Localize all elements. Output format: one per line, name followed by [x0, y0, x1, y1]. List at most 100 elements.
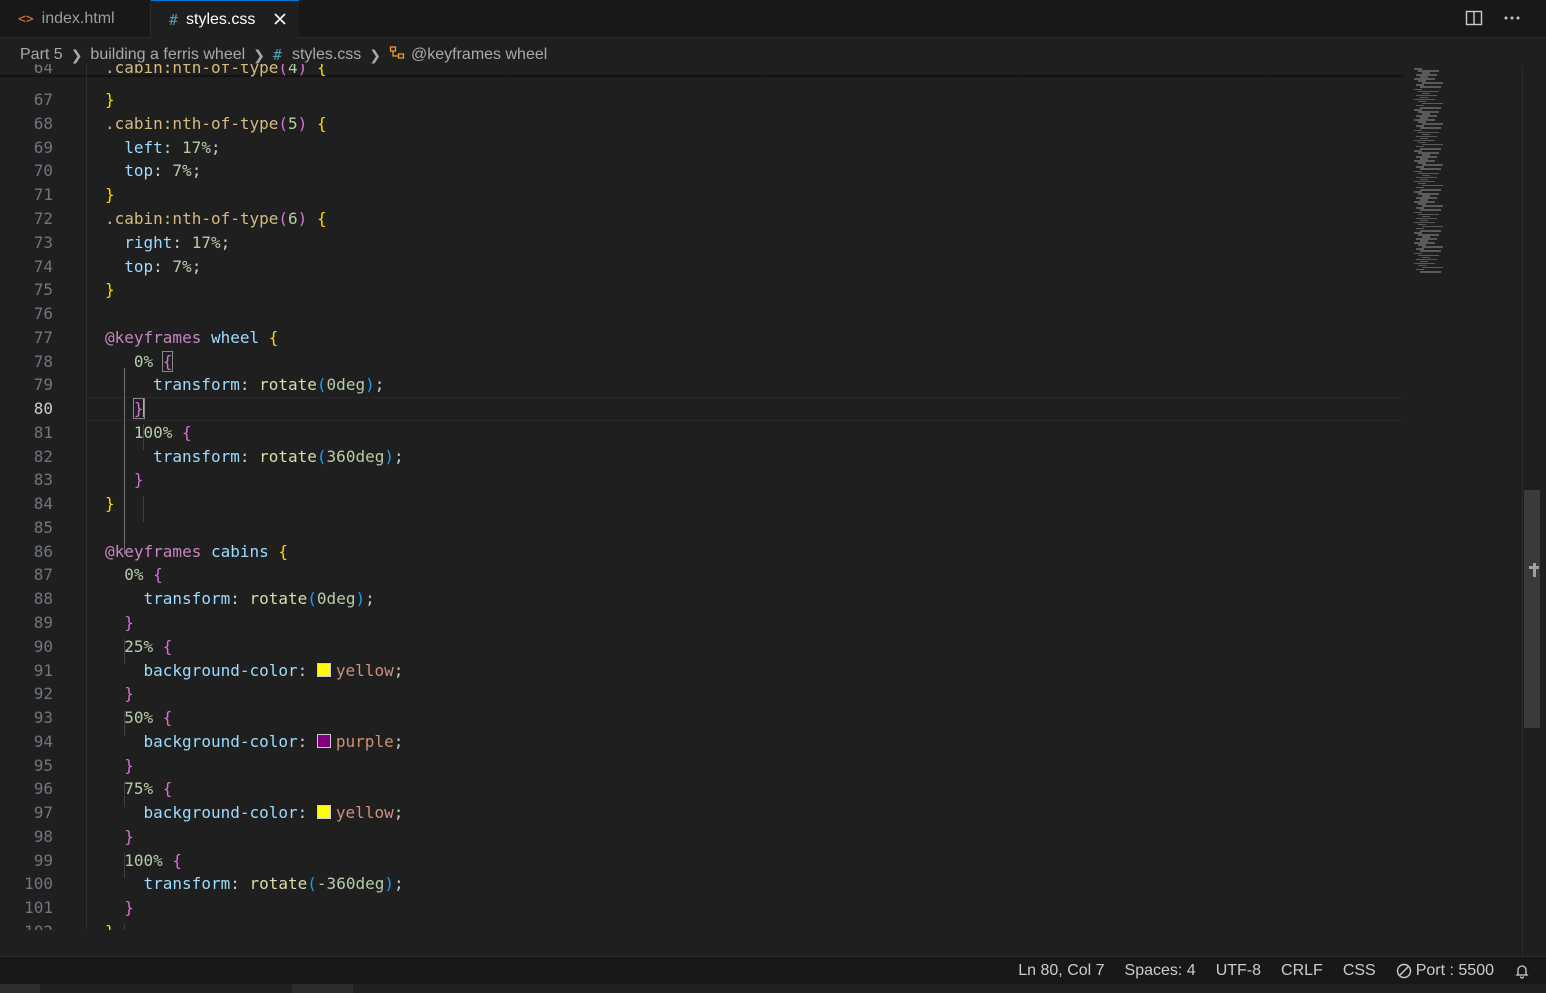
code-text: }: [124, 613, 134, 632]
code-line[interactable]: 92}: [0, 682, 1403, 706]
minimap-line: [1420, 147, 1441, 150]
chevron-right-icon: ❯: [253, 46, 265, 63]
code-line[interactable]: 77 @keyframes wheel {: [0, 326, 1403, 350]
taskbar-app[interactable]: [292, 984, 353, 993]
breadcrumb-item-symbol[interactable]: @keyframes wheel: [411, 46, 547, 64]
minimap[interactable]: [1410, 66, 1522, 276]
line-number: 93: [33, 708, 53, 727]
minimap-line: [1420, 127, 1441, 130]
code-line[interactable]: 76: [0, 302, 1403, 326]
code-line[interactable]: 94 background-color: purple;: [0, 730, 1403, 754]
cursor-position-marker-icon: [1529, 563, 1539, 577]
code-text: }: [124, 826, 134, 846]
close-icon[interactable]: [271, 10, 289, 28]
status-live-server[interactable]: Port : 5500: [1396, 962, 1494, 980]
line-number: 99: [33, 850, 53, 870]
code-line[interactable]: 101}: [0, 896, 1403, 920]
status-language[interactable]: CSS: [1343, 962, 1376, 980]
tab-index-html[interactable]: <> index.html: [0, 0, 151, 38]
line-number: 97: [33, 803, 53, 823]
status-port-label: Port : 5500: [1415, 961, 1494, 979]
code-line[interactable]: 67}: [0, 88, 1403, 112]
code-line[interactable]: 98}: [0, 825, 1403, 849]
status-encoding[interactable]: UTF-8: [1216, 962, 1261, 980]
line-number: 89: [33, 613, 53, 632]
line-number: 73: [33, 232, 53, 252]
code-text: }: [124, 755, 134, 775]
line-number: 72: [33, 208, 53, 228]
line-number: 101: [24, 898, 53, 918]
code-line[interactable]: 83}: [0, 468, 1403, 492]
bell-icon[interactable]: [1514, 963, 1530, 979]
code-line[interactable]: 75}: [0, 278, 1403, 302]
code-line[interactable]: 99 100% {: [0, 849, 1403, 873]
code-line[interactable]: 93 50% {: [0, 706, 1403, 730]
split-editor-icon[interactable]: [1464, 8, 1484, 28]
code-line[interactable]: 73 right: 17%;: [0, 231, 1403, 255]
code-line[interactable]: 102}: [0, 920, 1403, 930]
minimap-line: [1422, 246, 1443, 248]
indent-guide: [124, 368, 125, 554]
code-line[interactable]: 69 left: 17%;: [0, 136, 1403, 160]
code-line[interactable]: 88 transform: rotate(0deg);: [0, 587, 1403, 611]
breadcrumb-item-file[interactable]: styles.css: [292, 46, 361, 64]
tab-label: styles.css: [186, 11, 256, 28]
minimap-line: [1420, 209, 1441, 212]
code-line[interactable]: 81 100% {: [0, 421, 1403, 445]
code-line[interactable]: 91 background-color: yellow;: [0, 659, 1403, 683]
code-line[interactable]: 90 25% {: [0, 635, 1403, 659]
code-text: }: [124, 684, 134, 704]
status-cursor-position[interactable]: Ln 80, Col 7: [1018, 962, 1104, 980]
code-text: 25% {: [124, 636, 173, 656]
code-line[interactable]: 71}: [0, 183, 1403, 207]
line-number: 91: [33, 660, 53, 680]
taskbar-start[interactable]: [0, 984, 40, 993]
code-line[interactable]: 74 top: 7%;: [0, 255, 1403, 279]
code-editor[interactable]: 64 .cabin:nth-of-type(4) {67} 68 .cabin:nth…: [0, 64, 1403, 930]
line-number: 98: [33, 826, 53, 846]
code-line[interactable]: 64 .cabin:nth-of-type(4) {: [0, 64, 1403, 79]
code-line[interactable]: 95}: [0, 754, 1403, 778]
line-number: 67: [33, 90, 53, 109]
code-line[interactable]: 89}: [0, 611, 1403, 635]
code-line[interactable]: 82 transform: rotate(360deg);: [0, 445, 1403, 469]
code-line[interactable]: 68 .cabin:nth-of-type(5) {: [0, 112, 1403, 136]
code-line[interactable]: 78 0% {: [0, 350, 1403, 374]
breadcrumb-item-folder[interactable]: building a ferris wheel: [90, 46, 245, 64]
code-text: }: [124, 898, 134, 918]
code-line[interactable]: 100 transform: rotate(-360deg);: [0, 872, 1403, 896]
line-number: 92: [33, 684, 53, 704]
line-number: 90: [33, 636, 53, 656]
color-swatch[interactable]: [316, 733, 331, 748]
code-text: left: 17%;: [124, 137, 221, 157]
code-text: 100% {: [124, 850, 183, 870]
code-line[interactable]: 86 @keyframes cabins {: [0, 540, 1403, 564]
breadcrumb-item-folder-part5[interactable]: Part 5: [20, 46, 63, 64]
minimap-line: [1420, 86, 1441, 89]
line-number: 68: [33, 113, 53, 133]
os-taskbar: [0, 984, 1546, 993]
code-line[interactable]: 87 0% {: [0, 563, 1403, 587]
color-swatch[interactable]: [316, 805, 331, 820]
line-number: 88: [33, 589, 53, 609]
minimap-line: [1422, 225, 1443, 228]
scrollbar-thumb[interactable]: [1524, 490, 1540, 728]
tab-bar: <> index.html # styles.css: [0, 0, 1546, 39]
tab-styles-css[interactable]: # styles.css: [151, 0, 299, 39]
code-line[interactable]: 85: [0, 516, 1403, 540]
minimap-line: [1422, 123, 1443, 125]
code-text: background-color: yellow;: [143, 803, 404, 823]
code-line[interactable]: 72 .cabin:nth-of-type(6) {: [0, 207, 1403, 231]
code-line[interactable]: 97 background-color: yellow;: [0, 801, 1403, 825]
more-actions-icon[interactable]: [1502, 8, 1522, 28]
status-indentation[interactable]: Spaces: 4: [1125, 962, 1196, 980]
line-number: 74: [33, 256, 53, 276]
code-line[interactable]: 84}: [0, 492, 1403, 516]
color-swatch[interactable]: [316, 662, 331, 677]
code-line[interactable]: 80}: [0, 397, 1403, 422]
code-text: transform: rotate(360deg);: [153, 446, 404, 466]
code-line[interactable]: 79 transform: rotate(0deg);: [0, 373, 1403, 397]
code-line[interactable]: 70 top: 7%;: [0, 159, 1403, 183]
status-eol[interactable]: CRLF: [1281, 962, 1323, 980]
code-line[interactable]: 96 75% {: [0, 777, 1403, 801]
